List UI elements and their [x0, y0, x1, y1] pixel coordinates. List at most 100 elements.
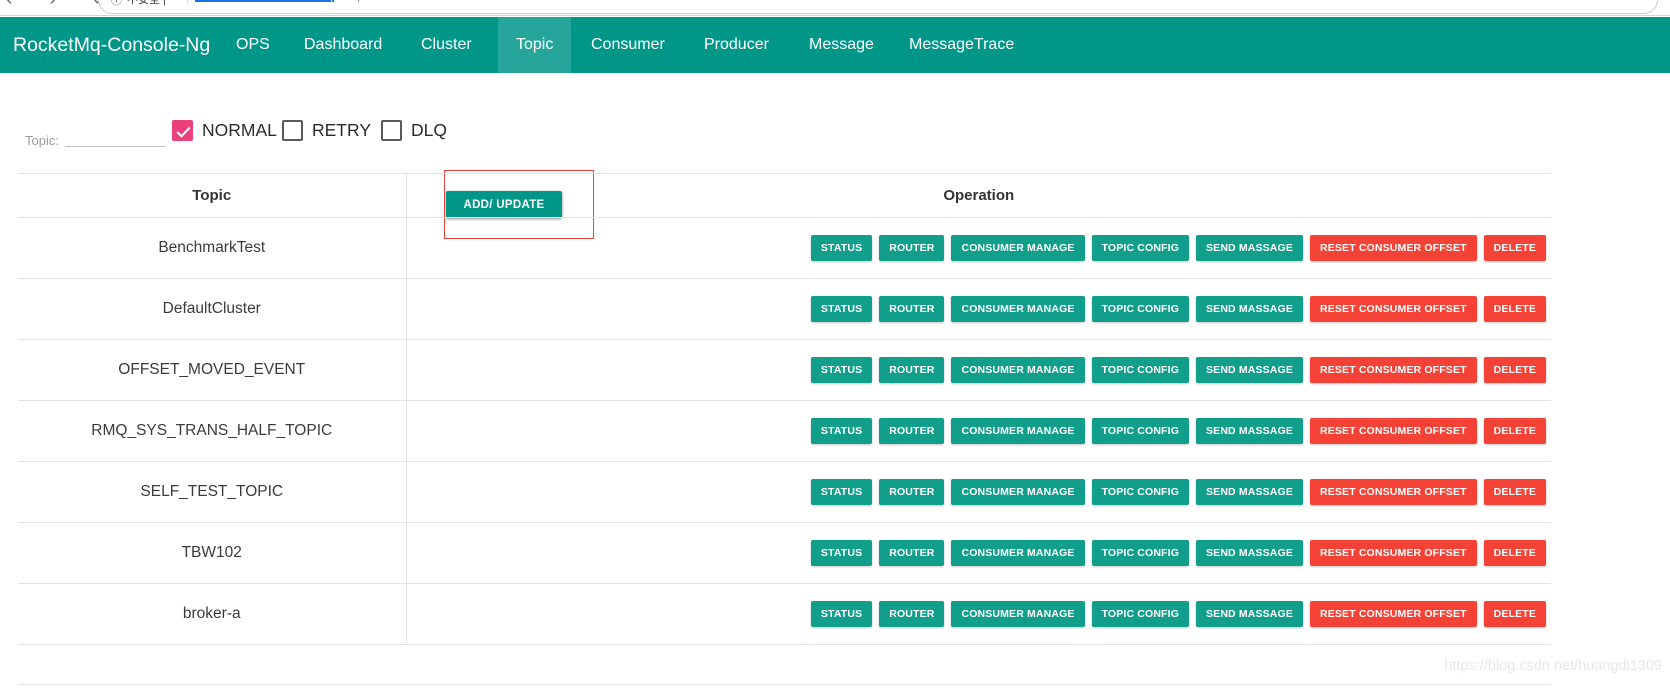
operation-cell: STATUS ROUTER CONSUMER MANAGE TOPIC CONFIG S… — [406, 400, 1552, 462]
address-bar-url-selected[interactable]: 192.168.153.157/rocketmq — [195, 0, 334, 2]
table-row: BenchmarkTest STATUS ROUTER CONSUMER MANAGE… — [18, 217, 1552, 279]
consumer-manage-button[interactable]: CONSUMER MANAGE — [951, 479, 1085, 505]
table-head: Topic Operation — [18, 173, 1551, 218]
address-bar-url-rest[interactable]: /#/topic — [335, 0, 372, 2]
consumer-manage-button[interactable]: CONSUMER MANAGE — [951, 540, 1085, 566]
topic-config-button[interactable]: TOPIC CONFIG — [1091, 235, 1190, 261]
reset-consumer-offset-button[interactable]: RESET CONSUMER OFFSET — [1310, 235, 1477, 261]
checkbox-normal[interactable]: NORMAL — [172, 120, 277, 141]
checkbox-box-normal[interactable] — [172, 120, 193, 141]
operation-button-group: STATUS ROUTER CONSUMER MANAGE TOPIC CONFIG S… — [407, 296, 1552, 322]
send-massage-button[interactable]: SEND MASSAGE — [1196, 479, 1303, 505]
nav-item-dashboard[interactable]: Dashboard — [286, 17, 400, 73]
delete-button[interactable]: DELETE — [1483, 418, 1546, 444]
status-button[interactable]: STATUS — [810, 235, 873, 261]
nav-item-message[interactable]: Message — [791, 17, 892, 73]
operation-cell: STATUS ROUTER CONSUMER MANAGE TOPIC CONFIG S… — [406, 339, 1551, 401]
table-row: OFFSET_MOVED_EVENT STATUS ROUTER CONSUMER M… — [18, 339, 1551, 401]
column-header-operation: Operation — [406, 173, 1551, 218]
table-header-row: Topic Operation — [18, 173, 1551, 218]
router-button[interactable]: ROUTER — [879, 479, 945, 505]
status-button[interactable]: STATUS — [810, 418, 873, 444]
operation-button-group: STATUS ROUTER CONSUMER MANAGE TOPIC CONFIG S… — [407, 601, 1552, 627]
topic-search-input[interactable] — [65, 125, 165, 147]
consumer-manage-button[interactable]: CONSUMER MANAGE — [951, 601, 1085, 627]
consumer-manage-button[interactable]: CONSUMER MANAGE — [951, 296, 1085, 322]
reset-consumer-offset-button[interactable]: RESET CONSUMER OFFSET — [1310, 418, 1477, 444]
router-button[interactable]: ROUTER — [879, 418, 945, 444]
nav-item-consumer[interactable]: Consumer — [573, 17, 683, 73]
column-header-topic: Topic — [18, 173, 407, 218]
operation-button-group: STATUS ROUTER CONSUMER MANAGE TOPIC CONFIG S… — [407, 479, 1552, 505]
delete-button[interactable]: DELETE — [1483, 296, 1546, 322]
operation-button-group: STATUS ROUTER CONSUMER MANAGE TOPIC CONFIG S… — [407, 540, 1552, 566]
router-button[interactable]: ROUTER — [879, 540, 945, 566]
send-massage-button[interactable]: SEND MASSAGE — [1196, 540, 1303, 566]
topic-name-cell: TBW102 — [18, 522, 407, 584]
table-body: BenchmarkTest STATUS ROUTER CONSUMER MANAGE… — [18, 217, 1552, 645]
table-row: DefaultCluster STATUS ROUTER CONSUMER MANAG… — [18, 278, 1552, 340]
nav-item-topic[interactable]: Topic — [498, 17, 572, 73]
send-massage-button[interactable]: SEND MASSAGE — [1196, 235, 1303, 261]
topic-name-cell: OFFSET_MOVED_EVENT — [18, 339, 407, 401]
operation-button-group: STATUS ROUTER CONSUMER MANAGE TOPIC CONFIG S… — [407, 418, 1552, 444]
topic-config-button[interactable]: TOPIC CONFIG — [1091, 418, 1190, 444]
reset-consumer-offset-button[interactable]: RESET CONSUMER OFFSET — [1310, 296, 1477, 322]
consumer-manage-button[interactable]: CONSUMER MANAGE — [951, 235, 1085, 261]
omnibox-separator — [187, 0, 188, 3]
nav-item-producer[interactable]: Producer — [686, 17, 787, 73]
topic-name-cell: RMQ_SYS_TRANS_HALF_TOPIC — [18, 400, 407, 462]
table-row: SELF_TEST_TOPIC STATUS ROUTER CONSUMER MANA… — [18, 461, 1552, 523]
reset-consumer-offset-button[interactable]: RESET CONSUMER OFFSET — [1310, 601, 1477, 627]
consumer-manage-button[interactable]: CONSUMER MANAGE — [951, 418, 1085, 444]
brand-logo[interactable]: RocketMq-Console-Ng — [13, 17, 210, 73]
table-bottom-rule — [18, 684, 1551, 685]
status-button[interactable]: STATUS — [810, 296, 873, 322]
status-button[interactable]: STATUS — [810, 479, 873, 505]
checkbox-box-dlq[interactable] — [381, 120, 402, 141]
delete-button[interactable]: DELETE — [1483, 601, 1546, 627]
topic-config-button[interactable]: TOPIC CONFIG — [1091, 296, 1190, 322]
reset-consumer-offset-button[interactable]: RESET CONSUMER OFFSET — [1310, 357, 1477, 383]
status-button[interactable]: STATUS — [810, 540, 873, 566]
topic-table: Topic Operation BenchmarkTest STATUS ROUTE… — [18, 173, 1551, 645]
watermark: https://blog.csdn.net/huangdi1309 — [1444, 658, 1662, 674]
nav-item-cluster[interactable]: Cluster — [403, 17, 490, 73]
checkbox-dlq[interactable]: DLQ — [381, 120, 447, 141]
router-button[interactable]: ROUTER — [879, 296, 945, 322]
checkbox-label-normal: NORMAL — [202, 120, 277, 140]
operation-button-group: STATUS ROUTER CONSUMER MANAGE TOPIC CONFIG S… — [407, 235, 1552, 261]
nav-item-messagetrace[interactable]: MessageTrace — [891, 17, 1032, 73]
checkbox-box-retry[interactable] — [282, 120, 303, 141]
checkbox-retry[interactable]: RETRY — [282, 120, 371, 141]
router-button[interactable]: ROUTER — [879, 601, 945, 627]
send-massage-button[interactable]: SEND MASSAGE — [1196, 357, 1303, 383]
topic-filter-label: Topic: — [25, 133, 59, 148]
nav-item-ops[interactable]: OPS — [218, 17, 288, 73]
top-navigation-bar: RocketMq-Console-Ng OPS Dashboard Cluster T… — [0, 17, 1670, 73]
table-row: TBW102 STATUS ROUTER CONSUMER MANAGE TOPIC C… — [18, 522, 1552, 584]
consumer-manage-button[interactable]: CONSUMER MANAGE — [951, 357, 1085, 383]
send-massage-button[interactable]: SEND MASSAGE — [1196, 601, 1303, 627]
router-button[interactable]: ROUTER — [879, 235, 945, 261]
topic-config-button[interactable]: TOPIC CONFIG — [1091, 357, 1190, 383]
send-massage-button[interactable]: SEND MASSAGE — [1196, 418, 1303, 444]
send-massage-button[interactable]: SEND MASSAGE — [1196, 296, 1303, 322]
reset-consumer-offset-button[interactable]: RESET CONSUMER OFFSET — [1310, 540, 1477, 566]
status-button[interactable]: STATUS — [810, 601, 873, 627]
checkbox-label-retry: RETRY — [312, 120, 371, 140]
topic-config-button[interactable]: TOPIC CONFIG — [1091, 479, 1190, 505]
topic-config-button[interactable]: TOPIC CONFIG — [1091, 601, 1190, 627]
delete-button[interactable]: DELETE — [1483, 479, 1546, 505]
delete-button[interactable]: DELETE — [1483, 235, 1546, 261]
topic-config-button[interactable]: TOPIC CONFIG — [1091, 540, 1190, 566]
delete-button[interactable]: DELETE — [1483, 357, 1546, 383]
status-button[interactable]: STATUS — [810, 357, 873, 383]
browser-chrome: ‹ › ⟳ ⓘ 不安全 | 192.168.153.157/rocketmq /… — [0, 0, 1670, 16]
router-button[interactable]: ROUTER — [879, 357, 945, 383]
reset-consumer-offset-button[interactable]: RESET CONSUMER OFFSET — [1310, 479, 1477, 505]
address-bar[interactable]: ⓘ 不安全 | 192.168.153.157/rocketmq /#/topi… — [98, 0, 1658, 14]
topic-name-cell: BenchmarkTest — [18, 217, 407, 279]
delete-button[interactable]: DELETE — [1483, 540, 1546, 566]
info-circle-icon[interactable]: ⓘ — [111, 0, 122, 8]
